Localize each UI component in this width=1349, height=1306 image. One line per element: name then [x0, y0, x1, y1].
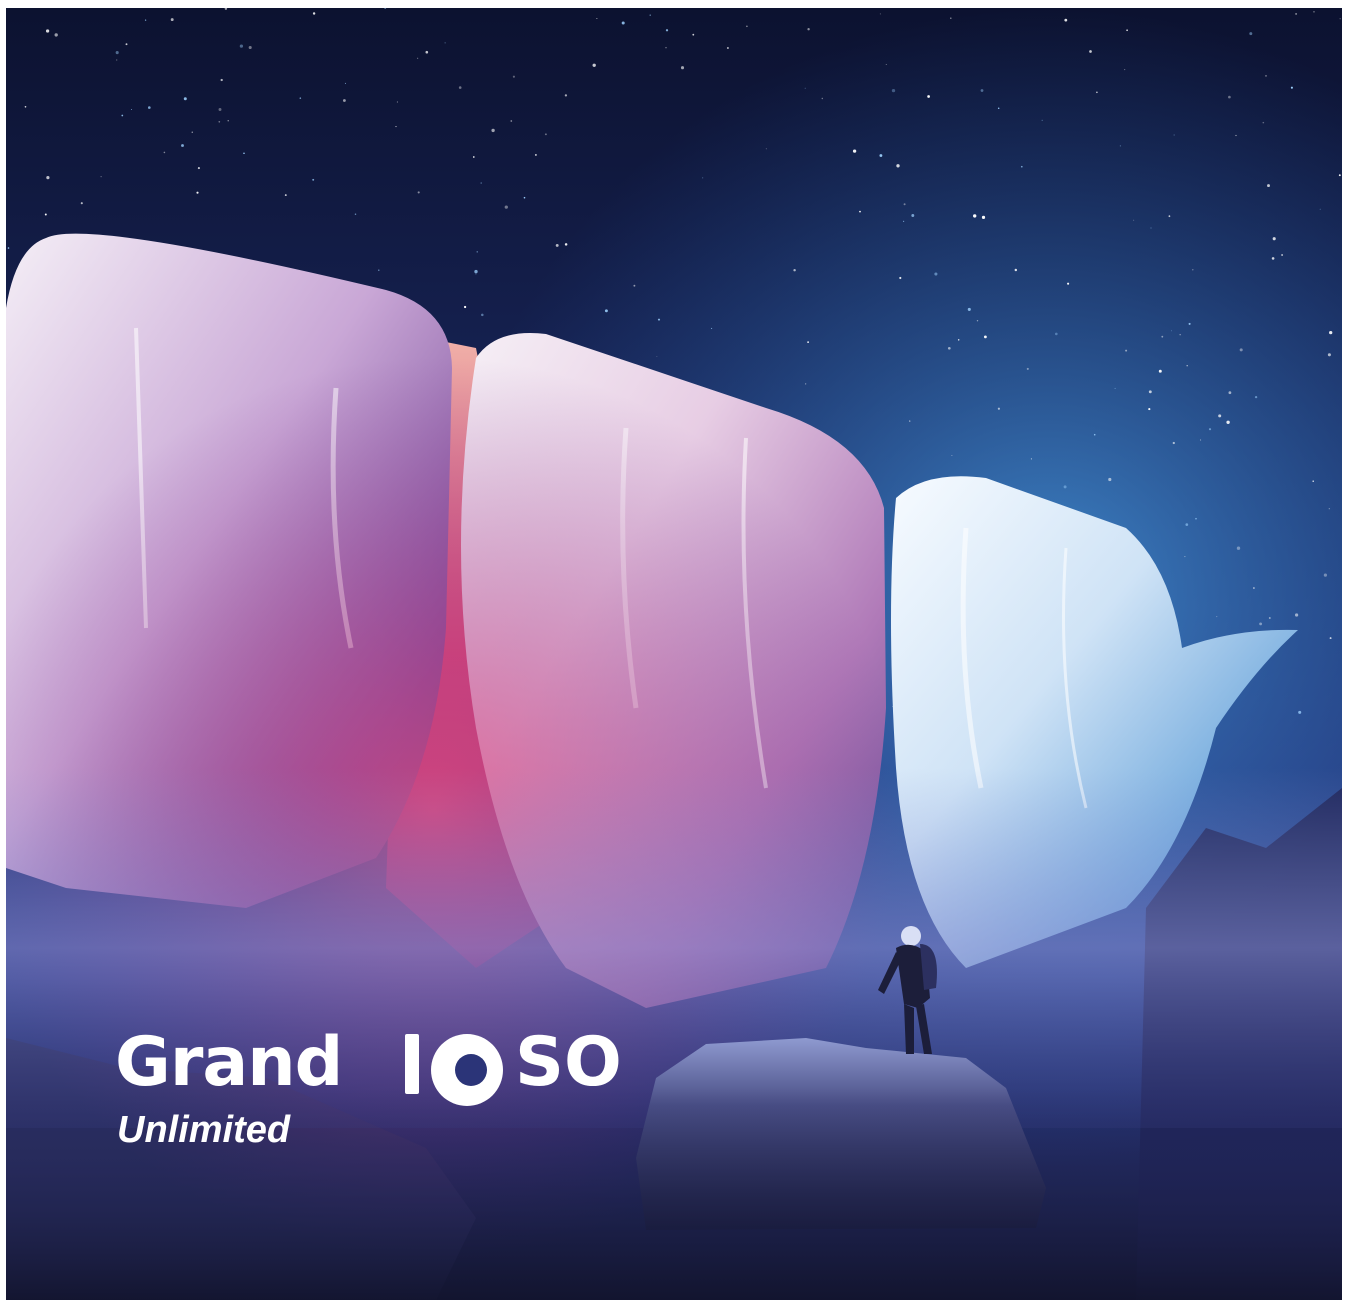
brand-word-end: SO: [515, 1023, 622, 1102]
brand-o-mark-icon: [405, 1034, 503, 1106]
brand-subtitle: Unlimited: [117, 1109, 291, 1151]
brand-logo: Grand SO Unlimited: [115, 1022, 635, 1162]
brand-word-start: Grand: [115, 1023, 343, 1102]
